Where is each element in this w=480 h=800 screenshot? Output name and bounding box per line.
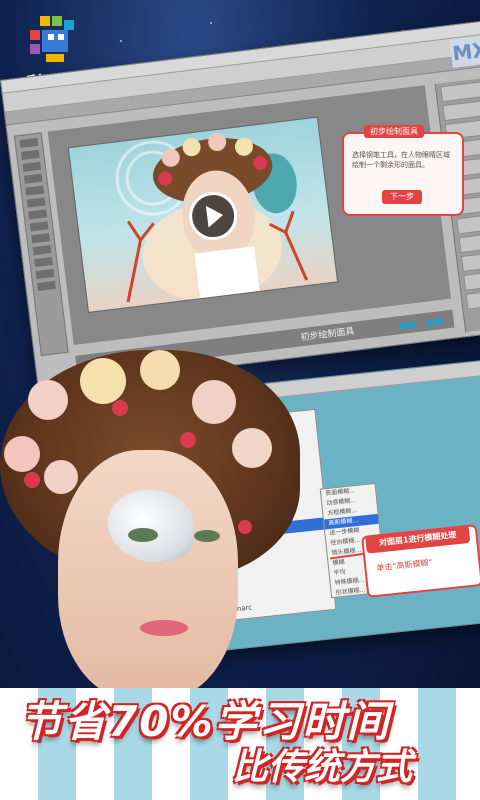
instruction-note: 对图层1进行模糊处理 单击“高斯模糊” — [361, 524, 480, 598]
rewind-icon[interactable]: ▶▶ — [427, 314, 445, 329]
artwork-preview — [67, 116, 339, 314]
step-label: 初步绘制面具 — [300, 326, 355, 344]
lesson-callout: 初步绘制面具 选择钢笔工具，在人物眼睛区域绘制一个剩余形的面具。 下一步 — [342, 125, 464, 216]
promo-subline: 比传统方式 — [232, 747, 413, 788]
portrait-photo — [0, 340, 300, 700]
logo-icon — [30, 16, 74, 62]
callout-title: 初步绘制面具 — [364, 125, 424, 138]
mx-logo: MX — [449, 35, 480, 68]
forward-icon[interactable]: ▶▶ — [399, 317, 417, 332]
next-step-button[interactable]: 下一步 — [382, 190, 422, 204]
callout-body: 选择钢笔工具，在人物眼睛区域绘制一个剩余形的面具。 — [352, 151, 450, 169]
note-body: 单击“高斯模糊” — [376, 557, 433, 573]
